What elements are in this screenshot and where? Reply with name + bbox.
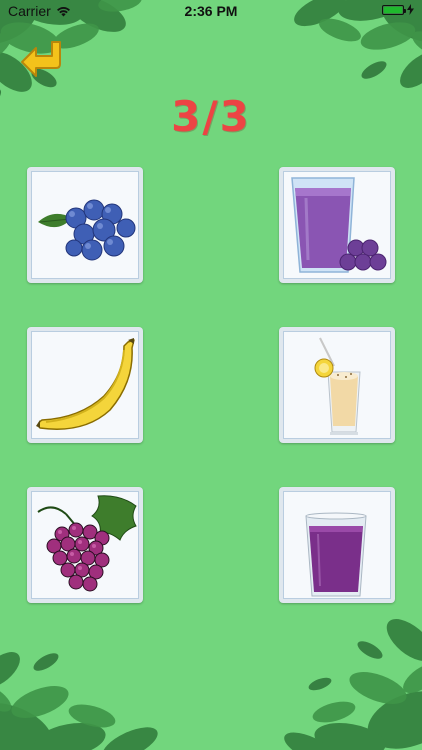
card-blueberry-smoothie[interactable]	[279, 167, 395, 283]
card-banana-milkshake-frame	[283, 331, 391, 439]
return-arrow-icon	[21, 41, 61, 77]
battery-icon	[382, 4, 406, 15]
blueberries-image	[38, 199, 136, 261]
status-right	[382, 4, 414, 15]
leaves-bottom-left-decoration	[0, 652, 158, 750]
banana-image	[36, 338, 135, 430]
grape-juice-image	[305, 512, 367, 597]
card-grape-juice-frame	[283, 491, 391, 599]
game-screen: Carrier 2:36 PM 3/3	[0, 0, 422, 750]
charging-bolt-icon	[407, 4, 414, 15]
score-counter: 3/3	[171, 92, 251, 141]
status-time: 2:36 PM	[184, 3, 238, 19]
leaves-bottom-right-decoration	[284, 619, 422, 750]
card-grapes-frame	[31, 491, 139, 599]
back-button[interactable]	[18, 38, 66, 80]
card-blueberries-frame	[31, 171, 139, 279]
banana-milkshake-image	[314, 337, 361, 435]
card-blueberry-smoothie-frame	[283, 171, 391, 279]
card-banana-frame	[31, 331, 139, 439]
card-grape-juice[interactable]	[279, 487, 395, 603]
card-blueberries[interactable]	[27, 167, 143, 283]
battery-level	[384, 6, 402, 13]
blueberry-smoothie-image	[291, 177, 387, 273]
card-banana[interactable]	[27, 327, 143, 443]
card-grapes[interactable]	[27, 487, 143, 603]
card-banana-milkshake[interactable]	[279, 327, 395, 443]
grapes-image	[37, 495, 137, 592]
status-bar: Carrier 2:36 PM	[0, 0, 422, 22]
